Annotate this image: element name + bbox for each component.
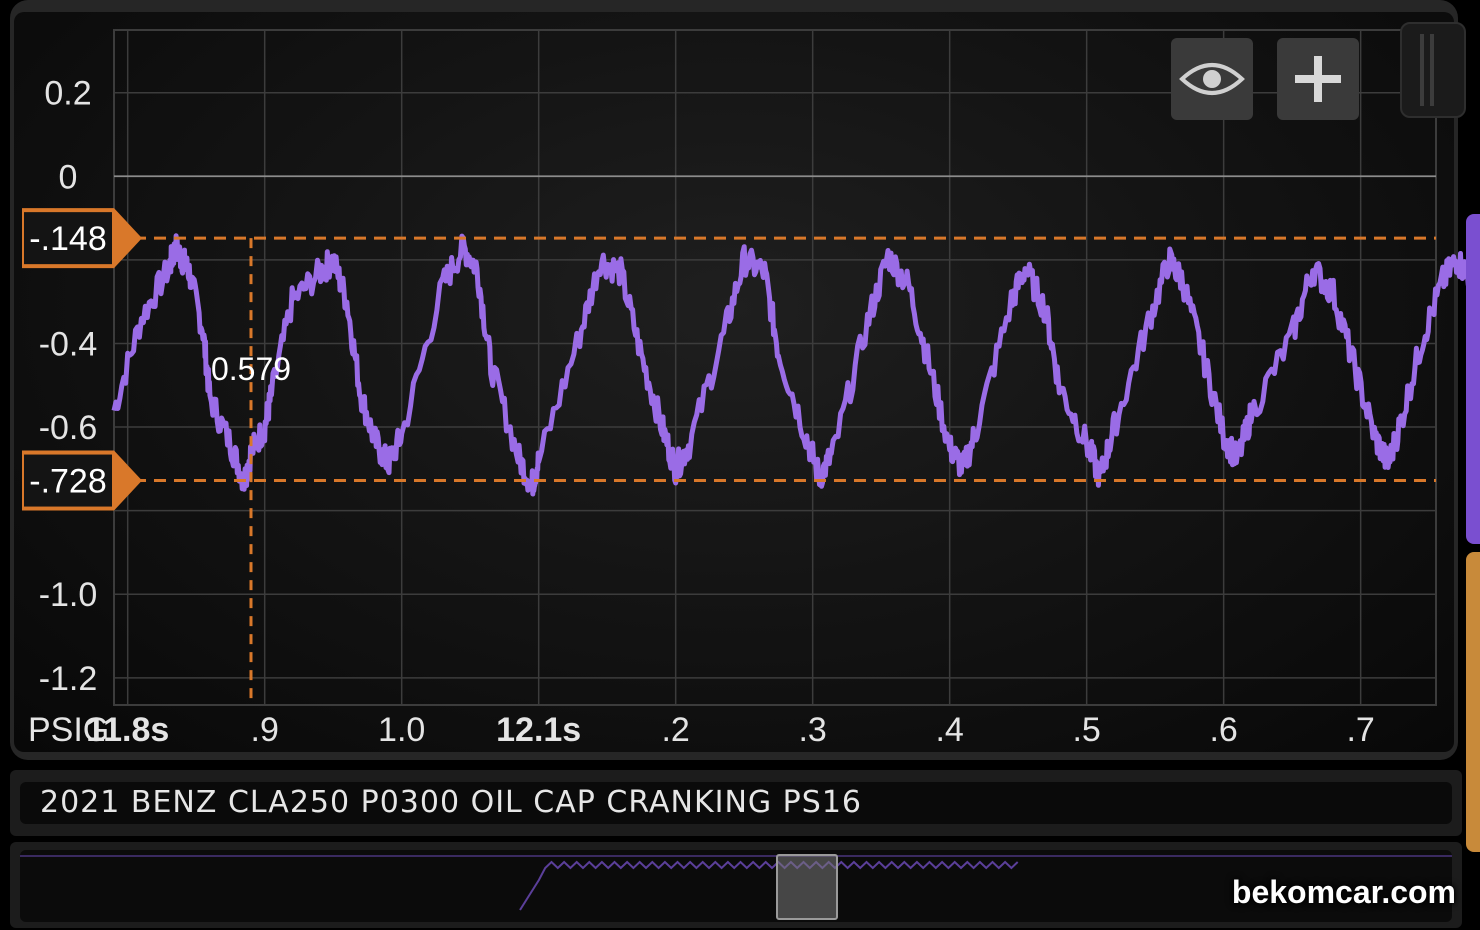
title-bar: 2021 BENZ CLA250 P0300 OIL CAP CRANKING … bbox=[10, 770, 1462, 836]
grid bbox=[113, 29, 1437, 706]
waveform-trace bbox=[111, 233, 1480, 497]
plot-border bbox=[113, 29, 1437, 706]
eye-icon bbox=[1179, 63, 1245, 95]
y-tick-label: 0.2 bbox=[44, 75, 91, 113]
x-tick-label: 12.1s bbox=[496, 711, 581, 749]
x-tick-label: .4 bbox=[935, 711, 963, 749]
x-tick-label: .2 bbox=[661, 711, 689, 749]
cursor-upper-label: -.148 bbox=[29, 220, 107, 258]
y-tick-label: -1.2 bbox=[39, 660, 98, 698]
y-tick-label: 0 bbox=[59, 158, 78, 196]
y-axis-labels: 0.20-0.4-0.6-1.0-1.2PSIG bbox=[28, 75, 109, 749]
add-button[interactable] bbox=[1277, 38, 1359, 120]
y-tick-label: -0.4 bbox=[39, 325, 98, 363]
x-tick-label: 1.0 bbox=[378, 711, 425, 749]
y-tick-label: -1.0 bbox=[39, 576, 98, 614]
y-tick-label: -0.6 bbox=[39, 409, 98, 447]
drawer-handle[interactable] bbox=[1400, 22, 1466, 118]
x-tick-label: .7 bbox=[1346, 711, 1374, 749]
delta-readout: 0.579 bbox=[211, 351, 291, 387]
x-tick-label: .5 bbox=[1072, 711, 1100, 749]
pressure-waveform bbox=[111, 233, 1480, 497]
overview-slider-thumb[interactable] bbox=[776, 854, 838, 920]
cursor-lower-label: -.728 bbox=[29, 463, 107, 501]
x-tick-label: .9 bbox=[251, 711, 279, 749]
x-tick-label: 11.8s bbox=[86, 711, 169, 749]
x-axis-labels: 11.8s .9 1.0 12.1s .2 .3 .4 .5 .6 .7 bbox=[86, 711, 1375, 749]
plus-icon bbox=[1295, 56, 1341, 102]
side-tab-channel-b[interactable] bbox=[1466, 552, 1480, 852]
side-tab-channel-a[interactable] bbox=[1466, 214, 1480, 544]
eye-button[interactable] bbox=[1171, 38, 1253, 120]
x-tick-label: .3 bbox=[798, 711, 826, 749]
x-tick-label: .6 bbox=[1209, 711, 1237, 749]
recording-title[interactable]: 2021 BENZ CLA250 P0300 OIL CAP CRANKING … bbox=[20, 782, 1452, 824]
watermark: bekomcar.com bbox=[1231, 874, 1456, 910]
